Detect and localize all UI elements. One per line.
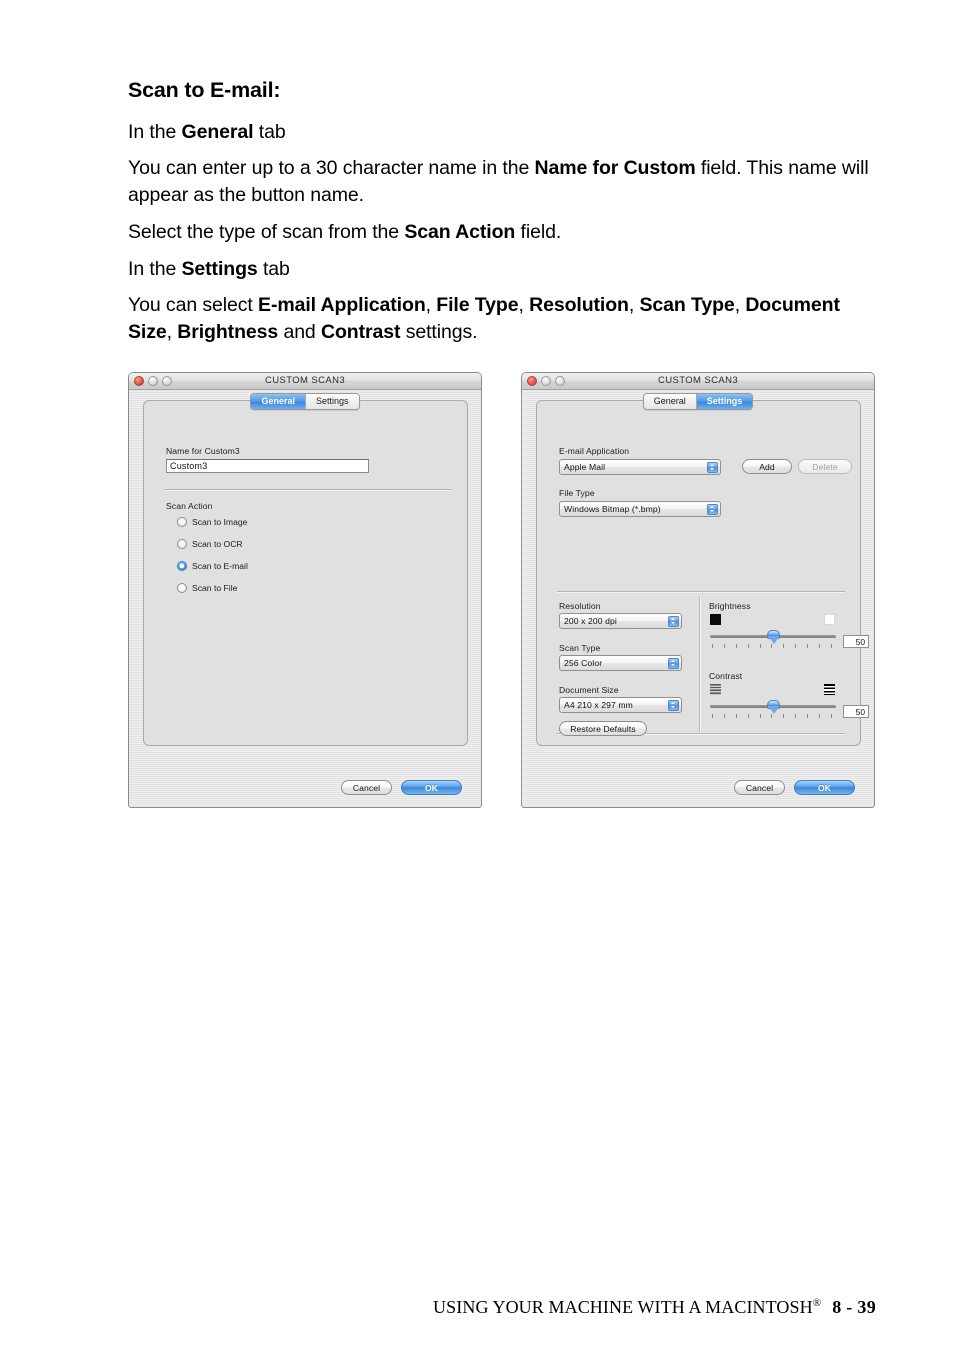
- contrast-slider-ticks: [712, 714, 832, 718]
- radio-scan-to-image-icon[interactable]: [177, 517, 187, 527]
- dialog-custom-scan-settings[interactable]: CUSTOM SCAN3 General Settings E-mail App…: [521, 372, 875, 808]
- radio-label-scan-to-email: Scan to E-mail: [192, 561, 248, 571]
- ok-button-settings[interactable]: OK: [794, 780, 855, 795]
- button-bar-general: Cancel OK: [129, 770, 481, 807]
- tab-settings[interactable]: Settings: [306, 394, 359, 409]
- chevron-updown-icon: [707, 461, 718, 473]
- label-brightness: Brightness: [709, 601, 751, 611]
- file-type-select[interactable]: Windows Bitmap (*.bmp): [559, 501, 721, 517]
- panel-settings: E-mail Application Apple Mail Add Delete…: [536, 400, 869, 746]
- paragraph-general-tab: In the General tab: [128, 120, 286, 143]
- tabstrip-general[interactable]: General Settings: [129, 393, 481, 410]
- label-resolution: Resolution: [559, 601, 601, 611]
- contrast-value-field[interactable]: 50: [843, 705, 869, 718]
- paragraph-scan-action: Select the type of scan from the Scan Ac…: [128, 220, 562, 243]
- label-file-type: File Type: [559, 488, 595, 498]
- radio-scan-to-ocr-icon[interactable]: [177, 539, 187, 549]
- radio-row-scan-to-image[interactable]: Scan to Image: [177, 517, 247, 527]
- document-size-select[interactable]: A4 210 x 297 mm: [559, 697, 682, 713]
- label-email-application: E-mail Application: [559, 446, 630, 456]
- tab-general[interactable]: General: [643, 394, 697, 409]
- label-scan-action: Scan Action: [166, 501, 213, 511]
- name-for-custom-input[interactable]: Custom3: [166, 459, 369, 473]
- resolution-select[interactable]: 200 x 200 dpi: [559, 613, 682, 629]
- email-application-value: Apple Mail: [564, 462, 606, 472]
- tabstrip-settings[interactable]: General Settings: [522, 393, 874, 410]
- label-contrast: Contrast: [709, 671, 743, 681]
- divider-general: [164, 489, 452, 491]
- brightness-light-icon: [824, 614, 835, 625]
- chevron-updown-icon: [668, 657, 679, 669]
- cancel-button-settings[interactable]: Cancel: [734, 780, 785, 795]
- email-application-select[interactable]: Apple Mail: [559, 459, 721, 475]
- chevron-updown-icon: [668, 615, 679, 627]
- cancel-button-general[interactable]: Cancel: [341, 780, 392, 795]
- contrast-slider-thumb[interactable]: [767, 700, 780, 715]
- brightness-dark-icon: [710, 614, 721, 625]
- brightness-slider-thumb[interactable]: [767, 630, 780, 645]
- footer-text: USING YOUR MACHINE WITH A MACINTOSH: [433, 1297, 813, 1317]
- page-title: Scan to E-mail:: [128, 78, 281, 102]
- chevron-updown-icon: [707, 503, 718, 515]
- radio-row-scan-to-ocr[interactable]: Scan to OCR: [177, 539, 243, 549]
- add-button[interactable]: Add: [742, 459, 792, 474]
- divider-settings-top: [557, 591, 845, 593]
- divider-vertical: [699, 597, 701, 733]
- page-footer: USING YOUR MACHINE WITH A MACINTOSH® 8 - …: [0, 1297, 876, 1318]
- paragraph-name-for-custom: You can enter up to a 30 character name …: [128, 157, 869, 207]
- radio-label-scan-to-file: Scan to File: [192, 583, 238, 593]
- tab-settings[interactable]: Settings: [696, 394, 753, 409]
- label-document-size: Document Size: [559, 685, 619, 695]
- delete-button[interactable]: Delete: [798, 459, 852, 474]
- paragraph-settings-list: You can select E-mail Application, File …: [128, 294, 840, 343]
- resolution-value: 200 x 200 dpi: [564, 616, 617, 626]
- brightness-slider-ticks: [712, 644, 832, 648]
- ok-button-general[interactable]: OK: [401, 780, 462, 795]
- paragraph-settings-tab: In the Settings tab: [128, 257, 290, 280]
- label-scan-type: Scan Type: [559, 643, 601, 653]
- window-title-general: CUSTOM SCAN3: [264, 375, 346, 386]
- file-type-value: Windows Bitmap (*.bmp): [564, 504, 661, 514]
- titlebar-general[interactable]: CUSTOM SCAN3: [129, 373, 481, 390]
- restore-defaults-button[interactable]: Restore Defaults: [559, 721, 647, 736]
- chevron-updown-icon: [668, 699, 679, 711]
- contrast-low-icon: [710, 684, 721, 695]
- radio-row-scan-to-file[interactable]: Scan to File: [177, 583, 237, 593]
- radio-label-scan-to-image: Scan to Image: [192, 517, 248, 527]
- tab-general[interactable]: General: [251, 394, 306, 409]
- radio-scan-to-email-icon[interactable]: [177, 561, 187, 571]
- brightness-value-field[interactable]: 50: [843, 635, 869, 648]
- contrast-high-icon: [824, 684, 835, 695]
- radio-row-scan-to-email[interactable]: Scan to E-mail: [177, 561, 248, 571]
- radio-label-scan-to-ocr: Scan to OCR: [192, 539, 243, 549]
- dialog-custom-scan-general[interactable]: CUSTOM SCAN3 General Settings Name for C…: [128, 372, 482, 808]
- window-title-settings: CUSTOM SCAN3: [657, 375, 739, 386]
- document-size-value: A4 210 x 297 mm: [564, 700, 633, 710]
- scan-type-select[interactable]: 256 Color: [559, 655, 682, 671]
- registered-mark-icon: ®: [812, 1297, 822, 1309]
- label-name-for-custom: Name for Custom3: [166, 446, 240, 456]
- document-body: Scan to E-mail: In the General tab You c…: [128, 78, 876, 356]
- scan-type-value: 256 Color: [564, 658, 603, 668]
- panel-general: Name for Custom3 Custom3 Scan Action Sca…: [143, 400, 468, 746]
- titlebar-settings[interactable]: CUSTOM SCAN3: [522, 373, 874, 390]
- radio-scan-to-file-icon[interactable]: [177, 583, 187, 593]
- button-bar-settings: Cancel OK: [522, 770, 874, 807]
- page-number: 8 - 39: [832, 1297, 876, 1317]
